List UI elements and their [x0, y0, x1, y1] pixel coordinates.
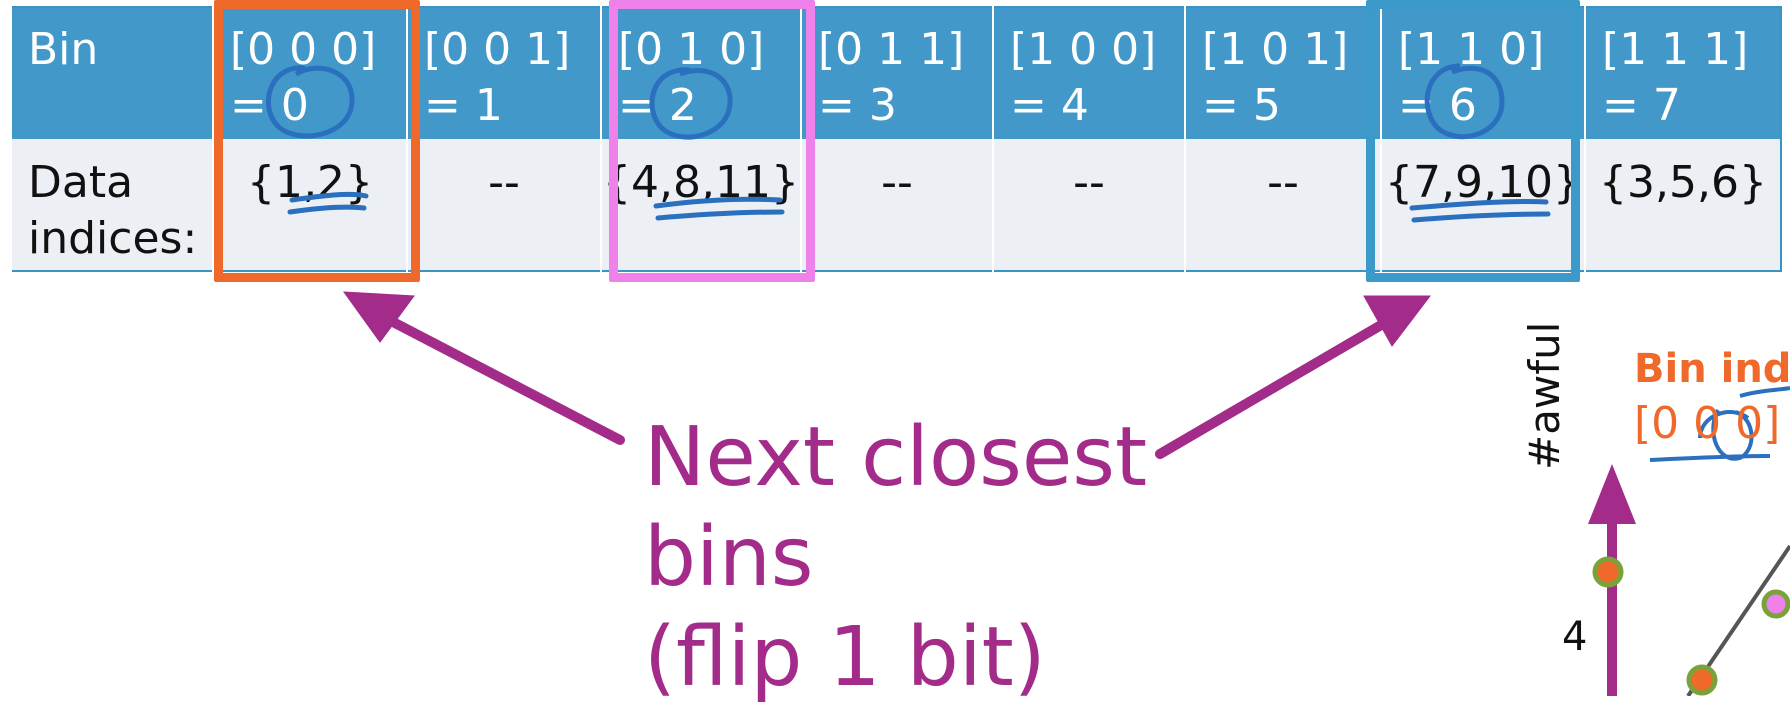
bin-cell-7: [1 1 1] = 7 [1584, 7, 1781, 139]
highlight-box-bin-0 [214, 0, 420, 282]
data-label-line1: Data [28, 157, 134, 208]
indices-cell-4: -- [992, 139, 1185, 271]
bin-code: [1 0 0] [1010, 24, 1157, 75]
plot-point-orange-1 [1592, 556, 1624, 588]
data-indices-label: Data indices: [10, 139, 213, 271]
plot-y-axis-label: #awful [1520, 321, 1569, 470]
bin-code: [0 1 1] [818, 24, 965, 75]
plot-tick-label: 4 [1562, 614, 1588, 660]
bin-code: [1 1 1] [1602, 24, 1749, 75]
bin-value: = 5 [1202, 80, 1281, 131]
bin-cell-5: [1 0 1] = 5 [1184, 7, 1381, 139]
highlight-box-bin-2 [609, 0, 815, 282]
bin-cell-3: [0 1 1] = 3 [800, 7, 993, 139]
plot-point-pink [1761, 589, 1790, 619]
bin-value: = 7 [1602, 80, 1681, 131]
bin-header-label: Bin [10, 7, 213, 139]
bin-cell-1: [0 0 1] = 1 [406, 7, 601, 139]
bin-value: = 4 [1010, 80, 1089, 131]
bin-code: [1 0 1] [1202, 24, 1349, 75]
plot-bin-code: [0 0 0] [1634, 398, 1781, 449]
indices-cell-7: {3,5,6} [1584, 139, 1781, 271]
bin-code: [0 0 1] [424, 24, 571, 75]
indices-cell-3: -- [800, 139, 993, 271]
arrow-to-bin-6 [1155, 295, 1432, 459]
bin-cell-4: [1 0 0] = 4 [992, 7, 1185, 139]
bin-value: = 3 [818, 80, 897, 131]
callout-text: Next closest bins (flip 1 bit) [644, 410, 1148, 705]
arrow-to-bin-0 [342, 291, 625, 445]
plot-point-orange-2 [1686, 664, 1718, 696]
plot-bin-title: Bin inde [1634, 346, 1790, 392]
indices-cell-5: -- [1184, 139, 1381, 271]
indices-cell-1: -- [406, 139, 601, 271]
highlight-box-bin-6 [1366, 0, 1580, 282]
data-label-line2: indices: [28, 213, 198, 264]
bin-value: = 1 [424, 80, 503, 131]
slide: Bin [0 0 0] = 0 [0 0 1] = 1 [0 1 0] = 2 [0 … [0, 0, 1790, 705]
